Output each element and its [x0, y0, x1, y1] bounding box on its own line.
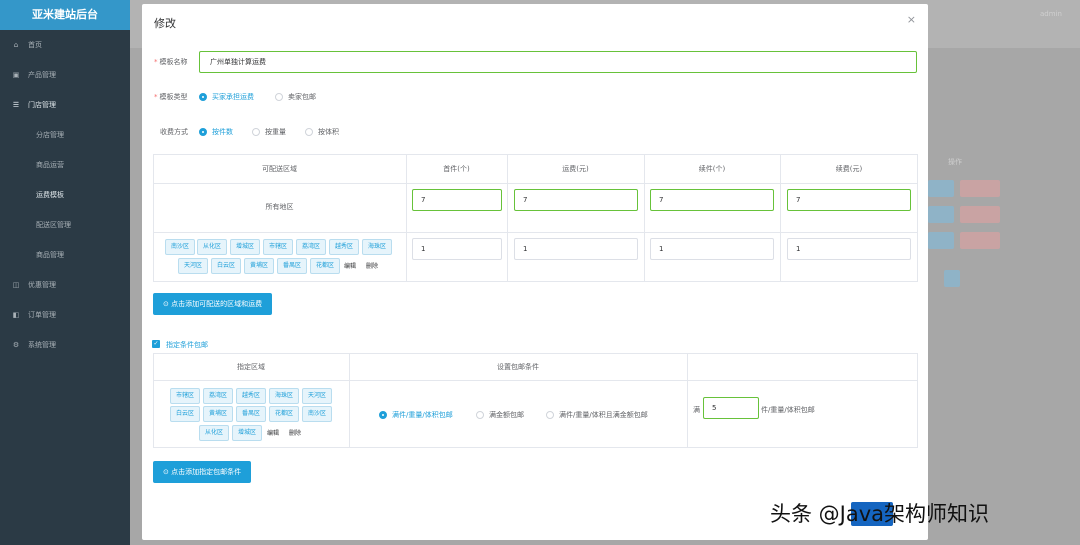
sidebar-item-home[interactable]: ⌂ 首页 [0, 30, 130, 60]
row-delete-button[interactable] [960, 206, 1000, 223]
region-all: 所有地区 [265, 203, 294, 211]
sidebar-item-goods-ops[interactable]: 商品运营 [0, 150, 130, 180]
extra-fee-input[interactable]: 7 [787, 189, 911, 211]
row-edit-button[interactable] [928, 206, 954, 223]
extra-count-input[interactable]: 7 [650, 189, 774, 211]
radio-buyer-pays[interactable]: 买家承担运费 [199, 92, 254, 102]
edit-region-link[interactable]: 编辑 [344, 261, 356, 270]
fee-input[interactable]: 1 [514, 238, 638, 260]
region-tag[interactable]: 花都区 [310, 258, 341, 274]
order-icon: ◧ [12, 311, 20, 319]
col-header-first-count: 首件(个) [443, 165, 470, 173]
region-tag[interactable]: 市辖区 [170, 388, 201, 404]
add-region-button[interactable]: ⊙ 点击添加可配送的区域和运费 [153, 293, 273, 315]
region-tag[interactable]: 南沙区 [165, 239, 196, 255]
extra-count-input[interactable]: 1 [650, 238, 774, 260]
region-tag[interactable]: 海珠区 [362, 239, 393, 255]
row-edit-button[interactable] [928, 180, 954, 197]
edit-area-link[interactable]: 编辑 [267, 428, 279, 437]
radio-full-amount[interactable]: 满金额包邮 [476, 410, 524, 420]
region-tag[interactable]: 荔湾区 [203, 388, 234, 404]
edit-template-dialog: 修改 × * 模板名称 广州单独计算运费 * 模板类型 买家承担运费 卖家包邮 收费… [142, 4, 928, 540]
region-tag[interactable]: 市辖区 [263, 239, 294, 255]
region-tag[interactable]: 白云区 [211, 258, 242, 274]
region-tag[interactable]: 天河区 [302, 388, 333, 404]
region-tag[interactable]: 从化区 [197, 239, 228, 255]
region-tag[interactable]: 增城区 [230, 239, 261, 255]
col-header-extra-count: 续件(个) [698, 165, 726, 173]
radio-by-count[interactable]: 按件数 [199, 127, 233, 137]
col-header-region: 可配送区域 [262, 165, 297, 173]
region-tag[interactable]: 天河区 [178, 258, 209, 274]
home-icon: ⌂ [13, 41, 19, 49]
region-tag[interactable]: 从化区 [199, 425, 230, 441]
col-header-extra-fee: 续费(元) [835, 165, 863, 173]
full-value-input[interactable]: 5 [703, 397, 759, 419]
admin-username[interactable]: admin [1040, 10, 1062, 18]
sidebar-item-delivery-areas[interactable]: 配送区管理 [0, 210, 130, 240]
col-header-condition: 设置包邮条件 [497, 363, 539, 371]
location-icon: ⊙ [163, 468, 172, 476]
close-icon[interactable]: × [907, 13, 916, 26]
dialog-title: 修改 [154, 17, 176, 30]
product-icon: ▣ [12, 71, 20, 79]
region-tag[interactable]: 番禺区 [236, 406, 267, 422]
first-count-input[interactable]: 7 [412, 189, 502, 211]
sidebar-item-orders[interactable]: ◧ 订单管理 [0, 300, 130, 330]
pagination-current[interactable] [944, 270, 960, 287]
full-prefix: 满 [693, 406, 700, 414]
radio-by-weight[interactable]: 按重量 [252, 127, 286, 137]
region-tag[interactable]: 荔湾区 [296, 239, 327, 255]
first-count-input[interactable]: 1 [412, 238, 502, 260]
brand-title: 亚米建站后台 [0, 0, 130, 30]
promotion-icon: ◫ [12, 281, 20, 289]
location-icon: ⊙ [163, 300, 172, 308]
full-suffix: 件/重量/体积包邮 [761, 406, 815, 414]
region-tag[interactable]: 黄埔区 [203, 406, 234, 422]
region-tag[interactable]: 越秀区 [236, 388, 267, 404]
region-tag[interactable]: 增城区 [232, 425, 263, 441]
template-name-input[interactable]: 广州单独计算运费 [199, 51, 917, 73]
action-column-header: 操作 [948, 158, 962, 166]
template-type-label: * 模板类型 [154, 93, 188, 101]
col-header-area: 指定区域 [237, 363, 265, 371]
store-icon: ☰ [12, 101, 20, 109]
region-tag[interactable]: 越秀区 [329, 239, 360, 255]
sidebar: 亚米建站后台 ⌂ 首页 ▣ 产品管理 ☰ 门店管理 分店管理 商品运营 运费模板 配送… [0, 0, 130, 545]
region-tag[interactable]: 黄埔区 [244, 258, 275, 274]
template-name-label: * 模板名称 [154, 58, 188, 66]
sidebar-item-stores[interactable]: ☰ 门店管理 [0, 90, 130, 120]
region-tag[interactable]: 海珠区 [269, 388, 300, 404]
free-shipping-checkbox[interactable]: ✓ [152, 340, 160, 348]
col-header-fee: 运费(元) [562, 165, 589, 173]
fee-input[interactable]: 7 [514, 189, 638, 211]
region-tag[interactable]: 番禺区 [277, 258, 308, 274]
row-delete-button[interactable] [960, 232, 1000, 249]
delete-region-link[interactable]: 删除 [366, 261, 378, 270]
row-edit-button[interactable] [928, 232, 954, 249]
row-delete-button[interactable] [960, 180, 1000, 197]
radio-by-volume[interactable]: 按体积 [305, 127, 339, 137]
gear-icon: ⚙ [12, 341, 20, 349]
delete-area-link[interactable]: 删除 [289, 428, 301, 437]
sidebar-item-products[interactable]: ▣ 产品管理 [0, 60, 130, 90]
extra-fee-input[interactable]: 1 [787, 238, 911, 260]
region-tag[interactable]: 南沙区 [302, 406, 333, 422]
sidebar-item-goods[interactable]: 商品管理 [0, 240, 130, 270]
free-shipping-label[interactable]: 指定条件包邮 [166, 340, 208, 350]
region-tag[interactable]: 白云区 [170, 406, 201, 422]
region-tag[interactable]: 花都区 [269, 406, 300, 422]
sidebar-item-shipping-templates[interactable]: 运费模板 [0, 180, 130, 210]
radio-full-quantity-and-amount[interactable]: 满件/重量/体积且满金额包邮 [546, 410, 648, 420]
add-condition-button[interactable]: ⊙ 点击添加指定包邮条件 [153, 461, 252, 483]
charge-method-label: 收费方式 [160, 128, 188, 136]
watermark-text: 头条 @Java架构师知识 [770, 502, 990, 526]
sidebar-item-promotions[interactable]: ◫ 优惠管理 [0, 270, 130, 300]
radio-full-quantity[interactable]: 满件/重量/体积包邮 [379, 410, 453, 420]
sidebar-item-branches[interactable]: 分店管理 [0, 120, 130, 150]
sidebar-item-system[interactable]: ⚙ 系统管理 [0, 330, 130, 360]
radio-seller-free[interactable]: 卖家包邮 [275, 92, 316, 102]
